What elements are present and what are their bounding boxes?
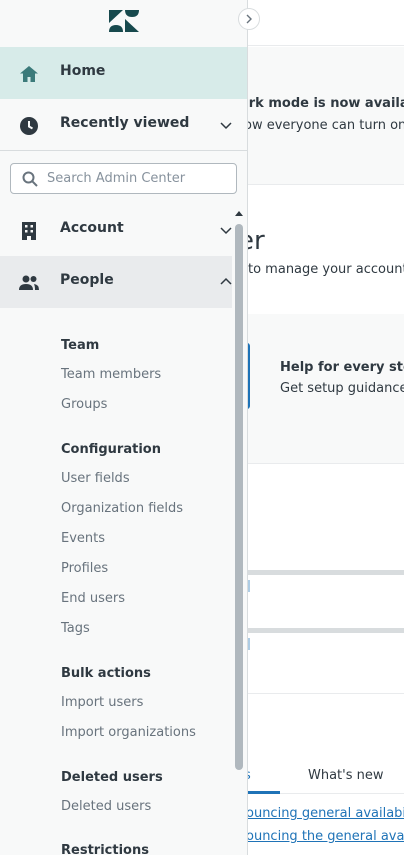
sidebar-item-label: Recently viewed [60,115,190,131]
submenu-heading-team: Team [61,338,100,353]
help-section: Help for every step Get setup guidance, [248,314,404,464]
submenu-link-user-fields[interactable]: User fields [61,471,231,486]
submenu-link-tags[interactable]: Tags [61,621,231,636]
sidebar-item-account[interactable]: Account [0,204,247,256]
chevron-down-icon [220,227,232,235]
search-icon [22,171,38,187]
dark-mode-banner: ark mode is now available ow everyone ca… [248,47,404,185]
sidebar-item-home[interactable]: Home [0,47,247,99]
tab-whats-new[interactable]: What's new [308,768,384,783]
sidebar-item-people[interactable]: People [0,256,232,308]
submenu-heading-restrictions: Restrictions [61,843,149,855]
chevron-down-icon [220,122,232,130]
banner-title: ark mode is now available [248,96,404,111]
sidebar-scrollbar-thumb[interactable] [235,224,243,770]
clock-icon [20,117,38,135]
people-icon [19,275,39,290]
chevron-right-icon [246,14,252,24]
building-icon [22,222,36,240]
progress-marker [248,580,250,592]
submenu-link-organization-fields[interactable]: Organization fields [61,501,231,516]
submenu-link-import-users[interactable]: Import users [61,695,231,710]
submenu-heading-bulk-actions: Bulk actions [61,666,151,681]
submenu-link-import-organizations[interactable]: Import organizations [61,725,231,740]
submenu-heading-deleted-users: Deleted users [61,770,163,785]
chevron-up-icon [220,277,232,285]
banner-subtitle: ow everyone can turn on d [248,118,404,133]
announcement-link[interactable]: ouncing general availabili [248,806,404,821]
submenu-heading-configuration: Configuration [61,442,161,457]
section-divider [248,693,404,694]
submenu-link-groups[interactable]: Groups [61,397,231,412]
active-tab-underline [248,791,280,794]
main-top-bar [248,0,404,46]
progress-marker [248,638,250,650]
submenu-link-team-members[interactable]: Team members [61,367,231,382]
progress-bar [248,570,404,575]
news-tabs: s What's new [248,760,404,794]
scroll-up-arrow-icon[interactable] [234,209,244,217]
help-title: Help for every step [280,360,404,375]
search-admin-center[interactable] [10,163,237,194]
sidebar-item-label: Home [60,63,106,79]
submenu-link-end-users[interactable]: End users [61,591,231,606]
submenu-link-profiles[interactable]: Profiles [61,561,231,576]
home-icon [20,66,38,82]
sidebar-item-label: Account [60,220,124,236]
page-heading-subtitle: to manage your account, [248,262,404,277]
sidebar-item-label: People [60,272,114,288]
tab-announcements[interactable]: s [248,768,251,783]
help-subtitle: Get setup guidance, [280,381,404,396]
admin-sidebar: Home Recently viewed Account [0,0,248,855]
search-input[interactable] [47,168,232,189]
admin-center-main-content: ark mode is now available ow everyone ca… [248,0,404,855]
help-card-edge[interactable] [248,343,250,409]
page-heading: er [248,226,265,256]
submenu-link-events[interactable]: Events [61,531,231,546]
collapse-sidebar-button[interactable] [238,8,260,30]
progress-bar [248,628,404,633]
zendesk-logo[interactable] [108,9,140,33]
announcement-link[interactable]: ouncing the general avail [248,829,404,844]
sidebar-item-recently-viewed[interactable]: Recently viewed [0,99,247,151]
submenu-link-deleted-users[interactable]: Deleted users [61,799,231,814]
